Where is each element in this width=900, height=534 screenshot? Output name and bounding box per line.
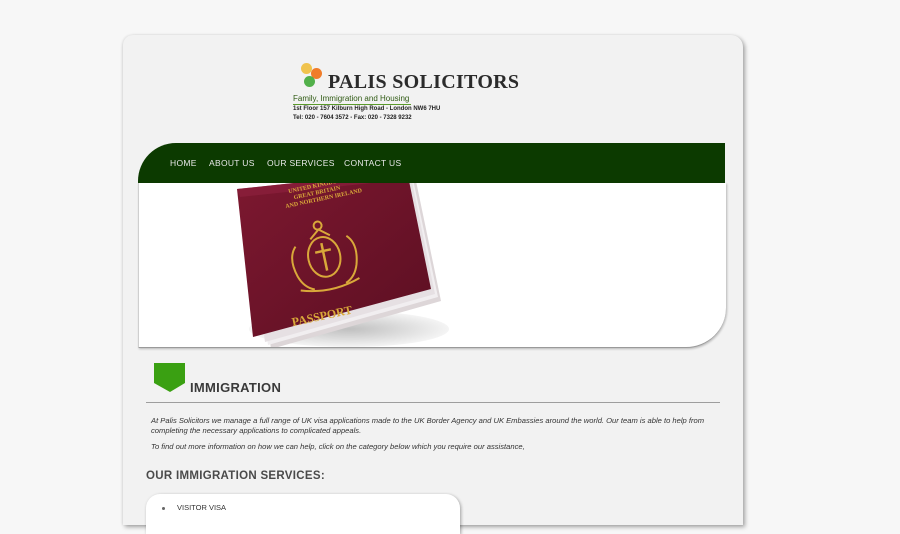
brand-title[interactable]: PALIS SOLICITORS [328, 71, 519, 94]
hero-banner: UNITED KINGDOM OF GREAT BRITAIN AND NORT… [138, 183, 726, 348]
passport-image: UNITED KINGDOM OF GREAT BRITAIN AND NORT… [237, 183, 449, 347]
nav-contact-us[interactable]: CONTACT US [344, 158, 401, 168]
main-nav: HOME ABOUT US OUR SERVICES CONTACT US [138, 143, 725, 183]
immigration-section-icon [154, 363, 185, 392]
address-line: 1st Floor 157 Kilburn High Road - London… [293, 106, 441, 112]
service-item-label: VISITOR VISA [177, 503, 227, 512]
find-out-paragraph: To find out more information on how we c… [151, 442, 525, 451]
services-list: VISITOR VISA [146, 494, 460, 534]
service-item-visitor-visa[interactable]: VISITOR VISA [162, 503, 226, 512]
services-heading: OUR IMMIGRATION SERVICES: [146, 470, 325, 482]
nav-about-us[interactable]: ABOUT US [209, 158, 255, 168]
intro-paragraph: At Palis Solicitors we manage a full ran… [151, 416, 705, 435]
logo-icon [299, 61, 325, 89]
nav-our-services[interactable]: OUR SERVICES [267, 158, 335, 168]
brand-tagline: Family, Immigration and Housing [293, 94, 411, 105]
section-title: IMMIGRATION [190, 380, 282, 395]
nav-home[interactable]: HOME [170, 158, 197, 168]
phone-line: Tel: 020 - 7604 3572 - Fax: 020 - 7328 9… [293, 115, 412, 121]
section-divider [146, 402, 720, 403]
bullet-icon [162, 506, 165, 510]
